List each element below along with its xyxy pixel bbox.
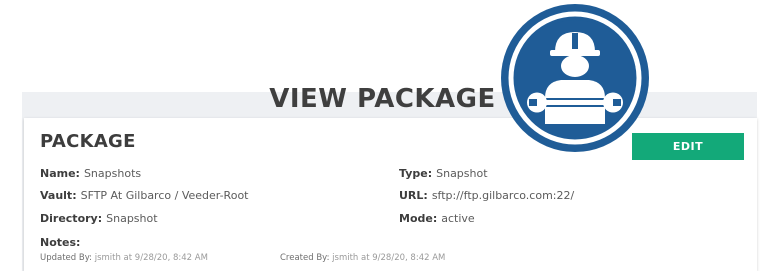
mode-field: Mode: active [399,212,475,225]
package-heading: PACKAGE [40,131,136,152]
updated-by-label: Updated By: [40,253,92,263]
updated-by: Updated By: jsmith at 9/28/20, 8:42 AM [40,253,208,263]
url-label: URL: [399,189,428,202]
notes-label: Notes: [40,236,81,249]
name-label: Name: [40,167,80,180]
vault-label: Vault: [40,189,77,202]
mode-label: Mode: [399,212,438,225]
type-label: Type: [399,167,433,180]
type-field: Type: Snapshot [399,167,488,180]
updated-by-value: jsmith at 9/28/20, 8:42 AM [94,253,208,263]
mode-value: active [441,212,475,225]
notes-field: Notes: [40,236,84,249]
created-by-label: Created By: [280,253,330,263]
directory-label: Directory: [40,212,103,225]
type-value: Snapshot [436,167,488,180]
directory-field: Directory: Snapshot [40,212,158,225]
created-by: Created By: jsmith at 9/28/20, 8:42 AM [280,253,445,263]
vault-value: SFTP At Gilbarco / Veeder-Root [80,189,249,202]
name-value: Snapshots [83,167,142,180]
created-by-value: jsmith at 9/28/20, 8:42 AM [332,253,446,263]
name-field: Name: Snapshots [40,167,141,180]
url-field: URL: sftp://ftp.gilbarco.com:22/ [399,189,574,202]
directory-value: Snapshot [106,212,158,225]
worker-with-wrench-icon [499,2,651,158]
vault-field: Vault: SFTP At Gilbarco / Veeder-Root [40,189,248,202]
url-value: sftp://ftp.gilbarco.com:22/ [431,189,575,202]
